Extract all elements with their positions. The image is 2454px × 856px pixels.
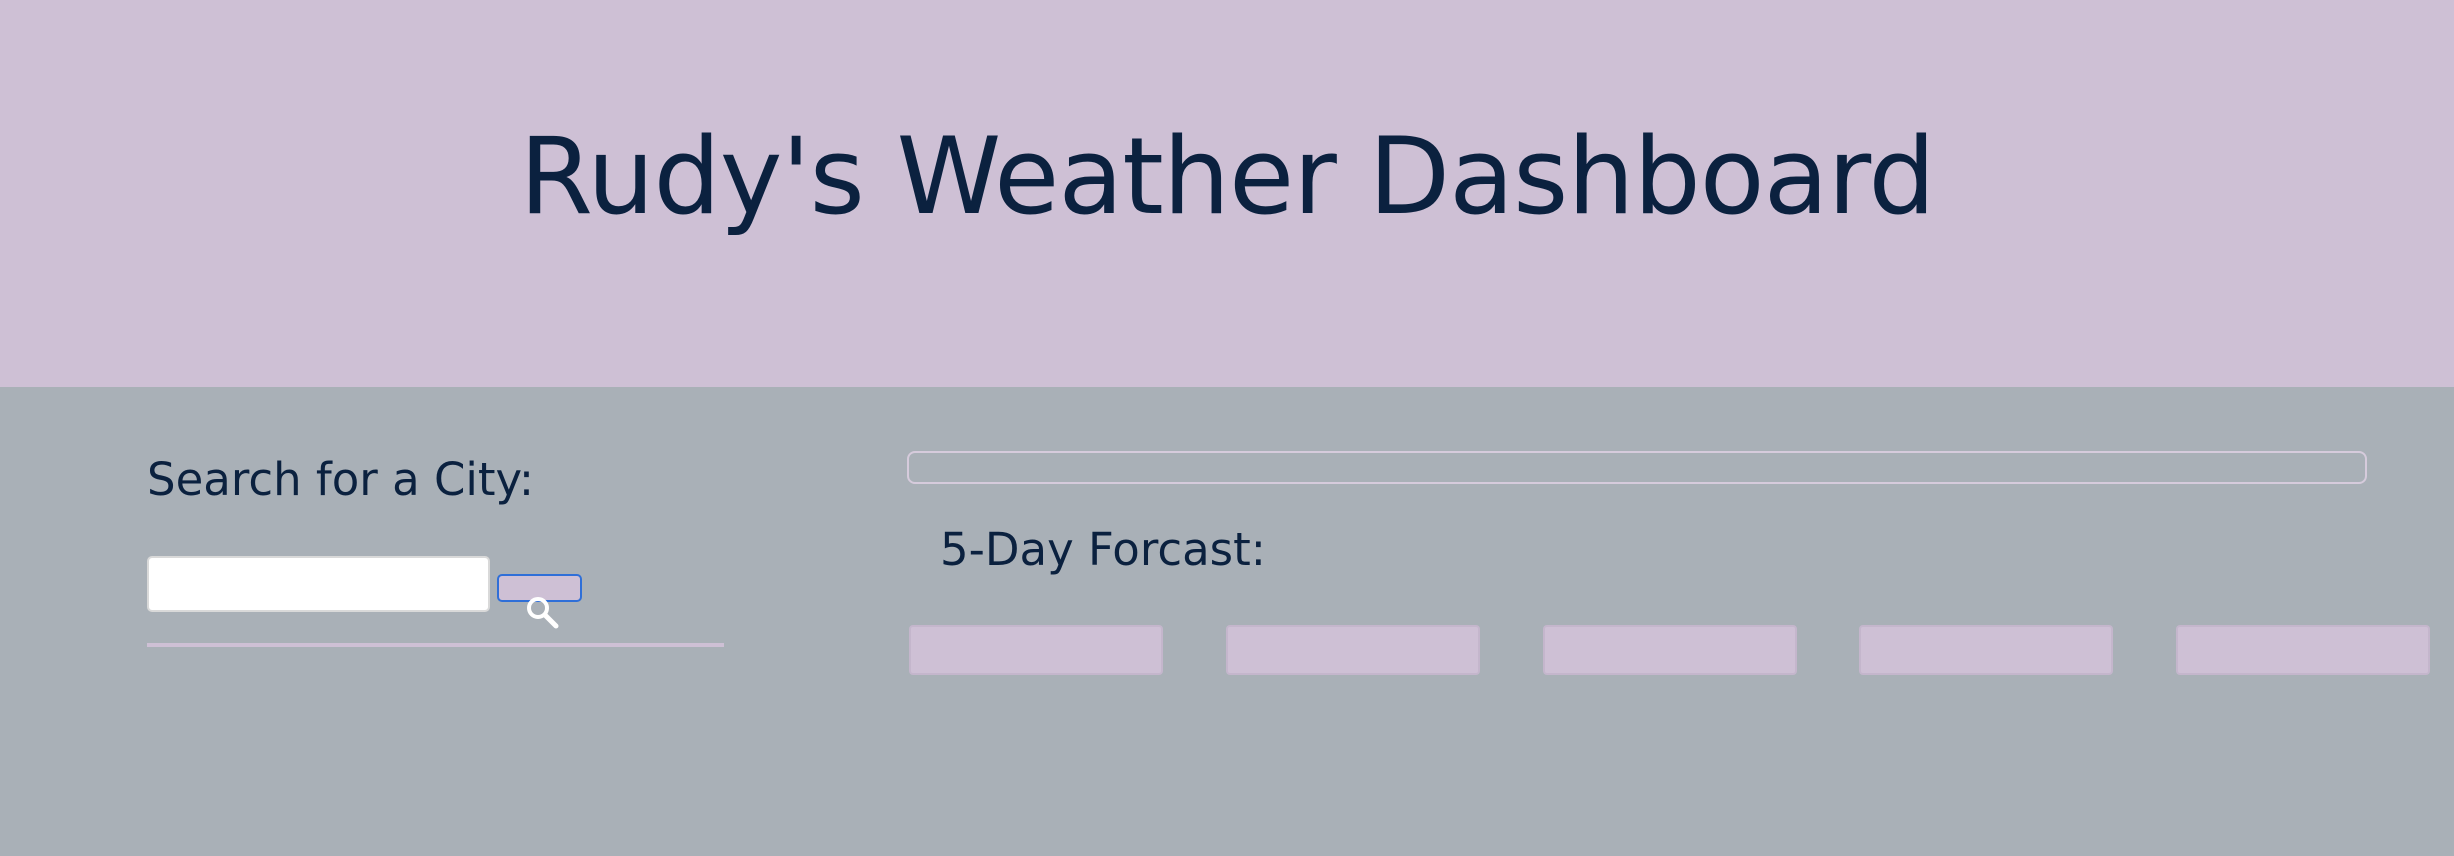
current-weather-box [907, 451, 2367, 484]
search-history-divider [147, 643, 724, 647]
forecast-card [1226, 625, 1480, 675]
city-search-input[interactable] [147, 556, 490, 612]
search-button[interactable] [497, 574, 582, 629]
dashboard-main: Search for a City: 5-Day Forcast: [0, 387, 2454, 856]
forecast-card [909, 625, 1163, 675]
forecast-card [1859, 625, 2113, 675]
page-title: Rudy's Weather Dashboard [519, 115, 1935, 238]
search-icon [527, 597, 559, 629]
forecast-card [1543, 625, 1797, 675]
search-label: Search for a City: [147, 453, 535, 506]
forecast-card [2176, 625, 2430, 675]
forecast-title: 5-Day Forcast: [940, 523, 1266, 576]
page-header: Rudy's Weather Dashboard [0, 0, 2454, 387]
